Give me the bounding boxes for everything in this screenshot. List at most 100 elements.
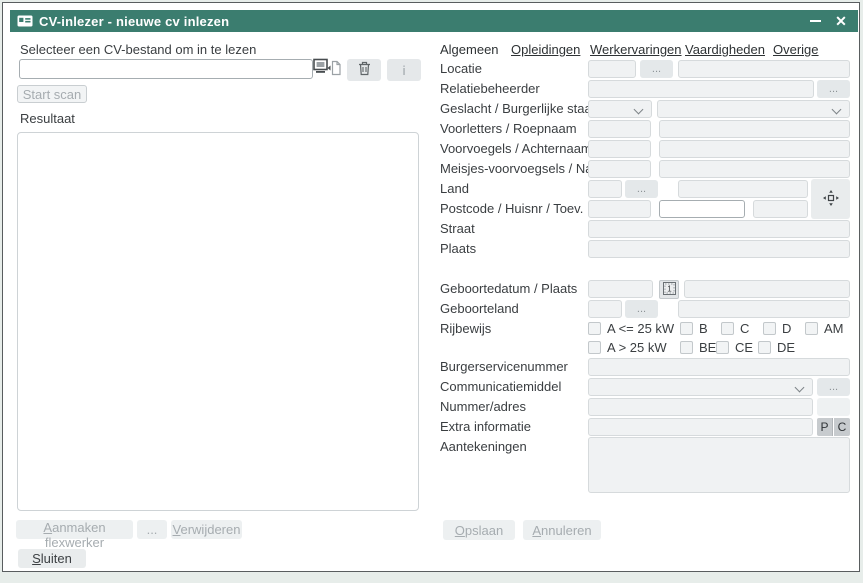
relatiebeheerder-label: Relatiebeheerder	[440, 80, 540, 98]
postcode-label: Postcode / Huisnr / Toev.	[440, 200, 583, 218]
checkbox-a-lte-25kw-label: A <= 25 kW	[607, 320, 674, 337]
checkbox-a-gt-25kw[interactable]	[588, 341, 601, 354]
land-code-input[interactable]	[588, 180, 622, 198]
meisjes-naam-input[interactable]	[659, 160, 850, 178]
page: CV-inlezer - nieuwe cv inlezen ✕ Selecte…	[0, 0, 863, 583]
select-file-label: Selecteer een CV-bestand om in te lezen	[20, 41, 256, 59]
id-card-icon	[17, 15, 33, 27]
window-title: CV-inlezer - nieuwe cv inlezen	[39, 14, 229, 29]
close-button[interactable]: ✕	[830, 10, 852, 32]
voorletters-input[interactable]	[588, 120, 651, 138]
huisnr-input[interactable]	[659, 200, 745, 218]
file-path-input[interactable]	[19, 59, 313, 79]
geslacht-select[interactable]	[588, 100, 652, 118]
checkbox-am-label: AM	[824, 320, 844, 337]
delete-result-button[interactable]: Verwijderen	[171, 520, 242, 539]
meisjes-voorvoegsels-input[interactable]	[588, 160, 651, 178]
checkbox-d-label: D	[782, 320, 791, 337]
extra-p-button[interactable]: P	[817, 418, 833, 436]
relatiebeheerder-input[interactable]	[588, 80, 814, 98]
locatie-lookup-button[interactable]: ...	[640, 60, 673, 78]
extra-informatie-label: Extra informatie	[440, 418, 531, 436]
locatie-code-input[interactable]	[588, 60, 636, 78]
move-address-button[interactable]	[811, 179, 850, 219]
achternaam-input[interactable]	[659, 140, 850, 158]
land-label: Land	[440, 180, 469, 198]
geslacht-staat-label: Geslacht / Burgerlijke staat	[440, 100, 595, 118]
communicatiemiddel-label: Communicatiemiddel	[440, 378, 561, 396]
bsn-input[interactable]	[588, 358, 850, 376]
create-flexworker-more-button[interactable]: ...	[137, 520, 167, 539]
result-box[interactable]	[17, 132, 419, 511]
nummer-adres-input[interactable]	[588, 398, 813, 416]
result-label: Resultaat	[20, 110, 75, 128]
locatie-label: Locatie	[440, 60, 482, 78]
nummer-adres-side-button[interactable]	[817, 398, 850, 416]
plaats-label: Plaats	[440, 240, 476, 258]
nummer-adres-label: Nummer/adres	[440, 398, 526, 416]
communicatiemiddel-more-button[interactable]: ...	[817, 378, 850, 396]
meisjes-label: Meisjes-voorvoegsels / Naam	[440, 160, 611, 178]
rijbewijs-label: Rijbewijs	[440, 320, 491, 338]
computer-file-import-icon	[313, 58, 341, 81]
geboorteland-lookup-button[interactable]: ...	[625, 300, 658, 318]
geboortedatum-label: Geboortedatum / Plaats	[440, 280, 577, 298]
voorvoegsels-input[interactable]	[588, 140, 651, 158]
straat-input[interactable]	[588, 220, 850, 238]
locatie-name-input[interactable]	[678, 60, 850, 78]
extra-informatie-input[interactable]	[588, 418, 813, 436]
titlebar: CV-inlezer - nieuwe cv inlezen ✕	[10, 10, 858, 32]
checkbox-c-label: C	[740, 320, 749, 337]
voorletters-label: Voorletters / Roepnaam	[440, 120, 577, 138]
checkbox-b-label: B	[699, 320, 708, 337]
plaats-input[interactable]	[588, 240, 850, 258]
checkbox-c[interactable]	[721, 322, 734, 335]
tab-opleidingen[interactable]: Opleidingen	[511, 42, 580, 57]
bsn-label: Burgerservicenummer	[440, 358, 568, 376]
delete-file-button[interactable]	[347, 59, 381, 81]
create-flexworker-button[interactable]: Aanmaken flexwerker	[16, 520, 133, 539]
checkbox-b[interactable]	[680, 322, 693, 335]
aantekeningen-textarea[interactable]	[588, 437, 850, 493]
save-button[interactable]: Opslaan	[443, 520, 515, 540]
land-lookup-button[interactable]: ...	[625, 180, 658, 198]
extra-c-button[interactable]: C	[834, 418, 850, 436]
cv-inlezer-dialog: CV-inlezer - nieuwe cv inlezen ✕ Selecte…	[2, 2, 860, 572]
checkbox-de-label: DE	[777, 339, 795, 356]
burgerlijke-staat-select[interactable]	[657, 100, 850, 118]
geboorteplaats-input[interactable]	[684, 280, 850, 298]
import-from-computer-button[interactable]	[311, 58, 343, 80]
start-scan-button[interactable]: Start scan	[17, 85, 87, 103]
land-name-input[interactable]	[678, 180, 808, 198]
tab-algemeen[interactable]: Algemeen	[440, 42, 499, 57]
minimize-icon	[810, 20, 821, 22]
calendar-button[interactable]: 1	[659, 280, 679, 299]
checkbox-ce[interactable]	[716, 341, 729, 354]
communicatiemiddel-select[interactable]	[588, 378, 813, 396]
checkbox-be[interactable]	[680, 341, 693, 354]
geboortedatum-input[interactable]	[588, 280, 653, 298]
geboorteland-name-input[interactable]	[678, 300, 850, 318]
svg-text:1: 1	[667, 284, 672, 293]
minimize-button[interactable]	[804, 10, 826, 32]
straat-label: Straat	[440, 220, 475, 238]
tab-werkervaringen[interactable]: Werkervaringen	[590, 42, 682, 57]
postcode-input[interactable]	[588, 200, 651, 218]
close-dialog-button[interactable]: Sluiten	[18, 549, 86, 568]
relatiebeheerder-lookup-button[interactable]: ...	[817, 80, 850, 98]
roepnaam-input[interactable]	[659, 120, 850, 138]
tab-vaardigheden[interactable]: Vaardigheden	[685, 42, 765, 57]
aantekeningen-label: Aantekeningen	[440, 438, 527, 456]
checkbox-am[interactable]	[805, 322, 818, 335]
trash-icon	[358, 61, 371, 79]
info-icon: i	[402, 63, 406, 78]
checkbox-d[interactable]	[763, 322, 776, 335]
checkbox-de[interactable]	[758, 341, 771, 354]
calendar-icon: 1	[663, 282, 676, 298]
toevoeging-input[interactable]	[753, 200, 808, 218]
tab-overige[interactable]: Overige	[773, 42, 819, 57]
geboorteland-code-input[interactable]	[588, 300, 622, 318]
checkbox-a-lte-25kw[interactable]	[588, 322, 601, 335]
cancel-button[interactable]: Annuleren	[523, 520, 601, 540]
file-info-button[interactable]: i	[387, 59, 421, 81]
